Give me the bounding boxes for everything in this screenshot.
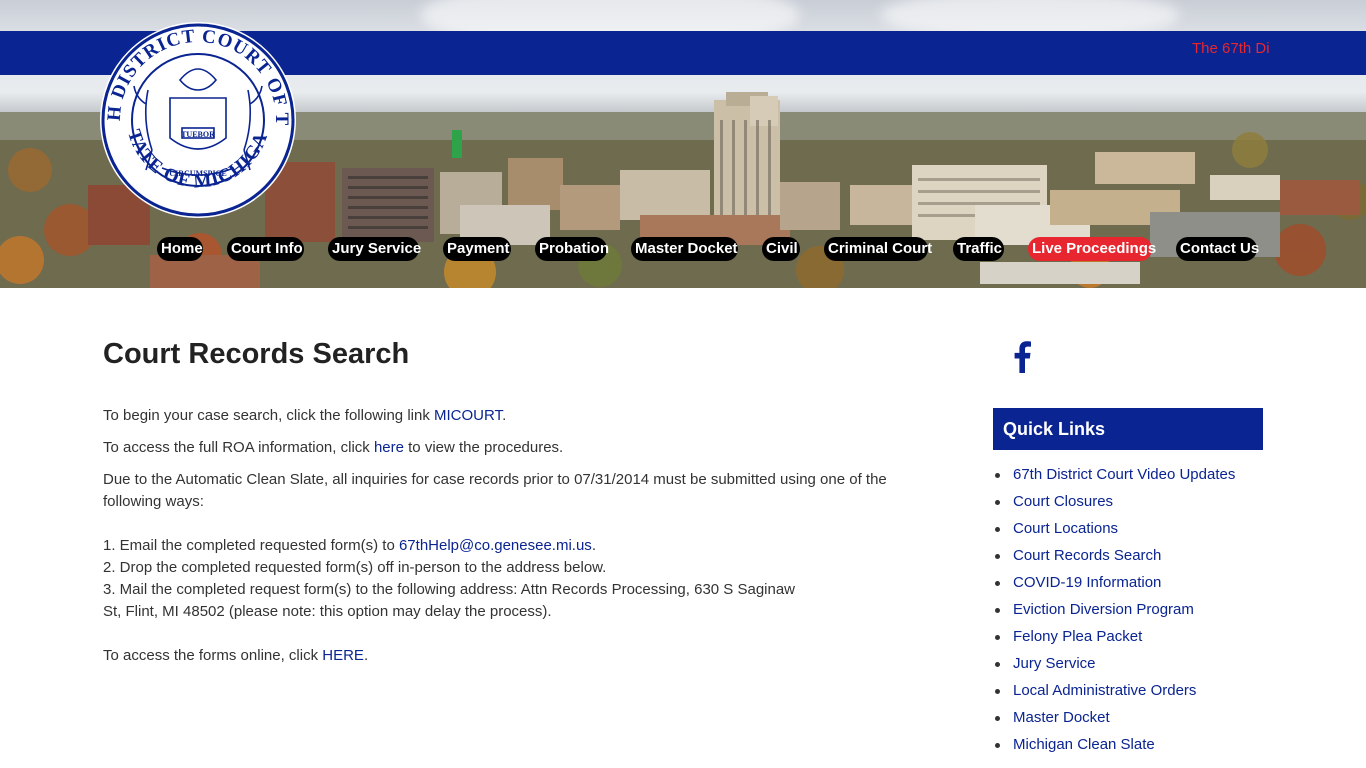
paragraph-forms: To access the forms online, click HERE.	[103, 647, 369, 664]
roa-here-link[interactable]: here	[374, 439, 404, 456]
marquee-text: The 67th Di	[1192, 40, 1270, 57]
quick-link-local-admin-orders[interactable]: Local Administrative Orders	[1013, 682, 1196, 699]
quick-link-covid-information[interactable]: COVID-19 Information	[1013, 574, 1161, 591]
step-mail: 3. Mail the completed request form(s) to…	[103, 581, 796, 620]
quick-link-item: Felony Plea Packet	[993, 626, 1273, 653]
quick-link-video-updates[interactable]: 67th District Court Video Updates	[1013, 466, 1235, 483]
quick-link-item: Local Administrative Orders	[993, 680, 1273, 707]
quick-link-item: Eviction Diversion Program	[993, 599, 1273, 626]
quick-link-item: Michigan Clean Slate	[993, 734, 1273, 761]
quick-link-court-locations[interactable]: Court Locations	[1013, 520, 1118, 537]
nav-civil[interactable]: Civil	[762, 237, 800, 261]
nav-court-info[interactable]: Court Info	[227, 237, 304, 261]
nav-master-docket[interactable]: Master Docket	[631, 237, 738, 261]
paragraph-clean-slate: Due to the Automatic Clean Slate, all in…	[103, 471, 887, 510]
submission-steps: 1. Email the completed requested form(s)…	[103, 535, 923, 623]
quick-link-jury-service[interactable]: Jury Service	[1013, 655, 1096, 672]
quick-link-item: COVID-19 Information	[993, 572, 1273, 599]
quick-link-felony-plea-packet[interactable]: Felony Plea Packet	[1013, 628, 1142, 645]
main-navigation: Home Court Info Jury Service Payment Pro…	[0, 237, 1366, 261]
svg-text:TUEBOR: TUEBOR	[181, 130, 215, 139]
quick-links-header: Quick Links	[993, 408, 1263, 450]
micourt-link[interactable]: MICOURT	[434, 407, 502, 424]
quick-link-master-docket[interactable]: Master Docket	[1013, 709, 1110, 726]
nav-live-proceedings[interactable]: Live Proceedings	[1028, 237, 1156, 261]
forms-here-link[interactable]: HERE	[322, 647, 364, 664]
nav-criminal-court[interactable]: Criminal Court	[824, 237, 932, 261]
quick-links-list: 67th District Court Video Updates Court …	[993, 464, 1273, 761]
quick-link-item: Jury Service	[993, 653, 1273, 680]
court-seal-logo[interactable]: 67TH DISTRICT COURT OF THE STATE OF MICH…	[98, 20, 298, 220]
paragraph-micourt: To begin your case search, click the fol…	[103, 407, 507, 424]
page-title: Court Records Search	[103, 338, 410, 370]
nav-home[interactable]: Home	[157, 237, 203, 261]
nav-payment[interactable]: Payment	[443, 237, 511, 261]
step-drop: 2. Drop the completed requested form(s) …	[103, 559, 607, 576]
quick-link-court-records-search[interactable]: Court Records Search	[1013, 547, 1161, 564]
nav-jury-service[interactable]: Jury Service	[328, 237, 421, 261]
nav-probation[interactable]: Probation	[535, 237, 609, 261]
email-link[interactable]: 67thHelp@co.genesee.mi.us	[399, 537, 592, 554]
step-email: 1. Email the completed requested form(s)…	[103, 537, 596, 554]
quick-link-item: 67th District Court Video Updates	[993, 464, 1273, 491]
paragraph-roa: To access the full ROA information, clic…	[103, 439, 564, 456]
nav-traffic[interactable]: Traffic	[953, 237, 1004, 261]
svg-text:CIRCUMSPICE: CIRCUMSPICE	[169, 169, 226, 178]
header-banner: The 67th Di 67TH DISTRICT COURT OF THE S…	[0, 0, 1366, 288]
quick-link-item: Court Locations	[993, 518, 1273, 545]
quick-link-eviction-diversion[interactable]: Eviction Diversion Program	[1013, 601, 1194, 618]
facebook-icon[interactable]	[1013, 341, 1031, 373]
quick-link-court-closures[interactable]: Court Closures	[1013, 493, 1113, 510]
quick-link-michigan-clean-slate[interactable]: Michigan Clean Slate	[1013, 736, 1155, 753]
quick-link-item: Court Records Search	[993, 545, 1273, 572]
nav-contact-us[interactable]: Contact Us	[1176, 237, 1259, 261]
quick-link-item: Master Docket	[993, 707, 1273, 734]
quick-link-item: Court Closures	[993, 491, 1273, 518]
